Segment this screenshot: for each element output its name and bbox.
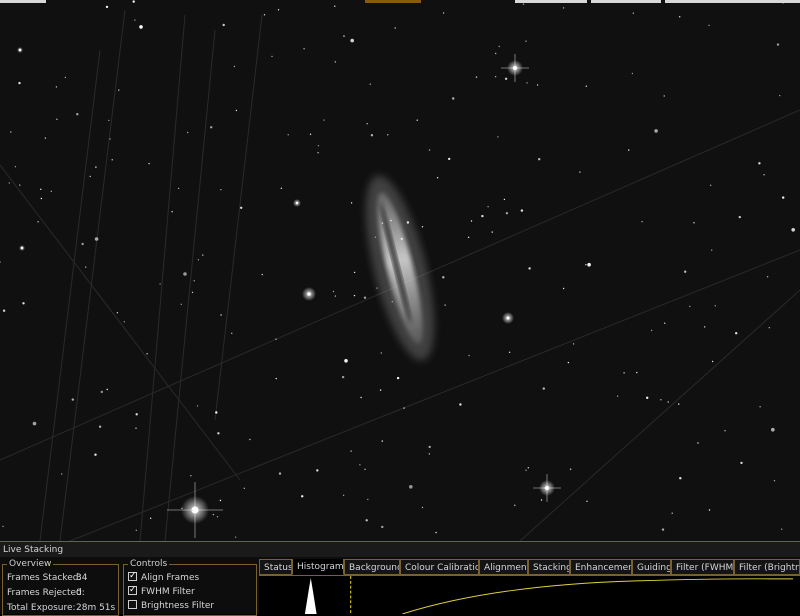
frames-rejected-row: Frames Rejected: 0 bbox=[7, 587, 85, 599]
toolbar-edge bbox=[591, 0, 661, 3]
brightness-filter-check-icon[interactable] bbox=[128, 600, 137, 609]
tab-stacking[interactable]: Stacking bbox=[528, 559, 570, 575]
total-exposure-row: Total Exposure: 28m 51s bbox=[7, 602, 115, 614]
tab-filter-brightness[interactable]: Filter (Brightness) bbox=[734, 559, 800, 575]
tab-enhancement[interactable]: Enhancement bbox=[570, 559, 632, 575]
histogram-curve bbox=[402, 578, 794, 614]
histogram-plot[interactable] bbox=[259, 575, 800, 614]
tab-guiding[interactable]: Guiding bbox=[632, 559, 671, 575]
controls-group: Controls Align Frames FWHM Filter Bright… bbox=[123, 559, 257, 616]
frames-rejected-label: Frames Rejected: bbox=[7, 588, 85, 598]
total-exposure-value: 28m 51s bbox=[76, 603, 116, 613]
brightness-filter-checkbox[interactable]: Brightness Filter bbox=[128, 600, 214, 612]
fwhm-filter-checkbox[interactable]: FWHM Filter bbox=[128, 584, 195, 598]
overview-legend: Overview bbox=[7, 559, 54, 570]
controls-legend: Controls bbox=[128, 559, 170, 570]
frames-stacked-label: Frames Stacked: bbox=[7, 573, 82, 583]
total-exposure-label: Total Exposure: bbox=[7, 603, 76, 613]
align-frames-check-icon[interactable] bbox=[128, 570, 137, 582]
frames-rejected-value: 0 bbox=[76, 588, 82, 598]
align-frames-label: Align Frames bbox=[141, 573, 200, 583]
tab-strip: Status Histogram Background Colour Calib… bbox=[259, 559, 800, 575]
overview-group: Overview Frames Stacked: 34 Frames Rejec… bbox=[2, 559, 119, 616]
brightness-filter-label: Brightness Filter bbox=[141, 601, 215, 611]
tab-filter-fwhm[interactable]: Filter (FWHM) bbox=[671, 559, 734, 575]
fwhm-filter-check-icon[interactable] bbox=[128, 584, 137, 596]
toolbar-edge bbox=[515, 0, 587, 3]
tab-colour-calibration[interactable]: Colour Calibration bbox=[400, 559, 479, 575]
fwhm-filter-label: FWHM Filter bbox=[141, 587, 195, 597]
toolbar-edge bbox=[0, 0, 46, 3]
stacked-image-view[interactable] bbox=[0, 0, 800, 541]
histogram-peak bbox=[304, 577, 317, 614]
tab-histogram[interactable]: Histogram bbox=[292, 559, 344, 575]
toolbar-edge bbox=[365, 0, 421, 3]
frames-stacked-row: Frames Stacked: 34 bbox=[7, 572, 87, 584]
align-frames-checkbox[interactable]: Align Frames bbox=[128, 570, 200, 584]
tab-background[interactable]: Background bbox=[344, 559, 400, 575]
tab-alignment[interactable]: Alignment bbox=[479, 559, 528, 575]
toolbar-edge bbox=[665, 0, 800, 3]
frames-stacked-value: 34 bbox=[76, 573, 88, 583]
tab-status[interactable]: Status bbox=[259, 559, 292, 575]
live-stacking-panel-title: Live Stacking bbox=[0, 541, 800, 557]
